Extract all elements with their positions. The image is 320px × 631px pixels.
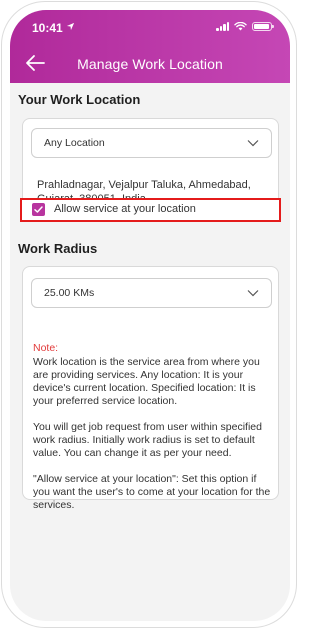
wifi-icon (234, 22, 247, 31)
allow-service-row[interactable]: Allow service at your location (20, 198, 281, 222)
work-radius-title: Work Radius (18, 241, 98, 256)
work-location-title: Your Work Location (18, 92, 141, 107)
location-type-value: Any Location (44, 137, 105, 149)
location-arrow-icon (66, 22, 75, 31)
chevron-down-icon (247, 140, 259, 147)
work-radius-select[interactable]: 25.00 KMs (31, 278, 272, 308)
chevron-down-icon (247, 290, 259, 297)
signal-icon (216, 22, 229, 31)
status-bar: 10:41 (10, 10, 290, 40)
battery-icon (252, 22, 274, 31)
phone-frame: 10:41 Manage Work Location Your Work Loc… (1, 1, 297, 628)
note-text: Work location is the service area from w… (33, 356, 271, 511)
status-icons (216, 22, 274, 31)
nav-row: Manage Work Location (10, 48, 290, 80)
status-time: 10:41 (32, 21, 63, 35)
allow-service-label: Allow service at your location (54, 203, 196, 215)
work-radius-value: 25.00 KMs (44, 287, 95, 299)
allow-service-checkbox[interactable] (32, 203, 45, 216)
checkmark-icon (34, 206, 43, 213)
app-screen: 10:41 Manage Work Location Your Work Loc… (10, 10, 290, 621)
work-radius-card: 25.00 KMs Note: Work location is the ser… (22, 266, 279, 511)
page-title: Manage Work Location (77, 56, 223, 72)
note-label: Note: (33, 342, 59, 354)
app-header: 10:41 Manage Work Location (10, 10, 290, 83)
content-area: Your Work Location Any Location Prahladn… (10, 83, 290, 621)
location-type-select[interactable]: Any Location (31, 128, 272, 158)
